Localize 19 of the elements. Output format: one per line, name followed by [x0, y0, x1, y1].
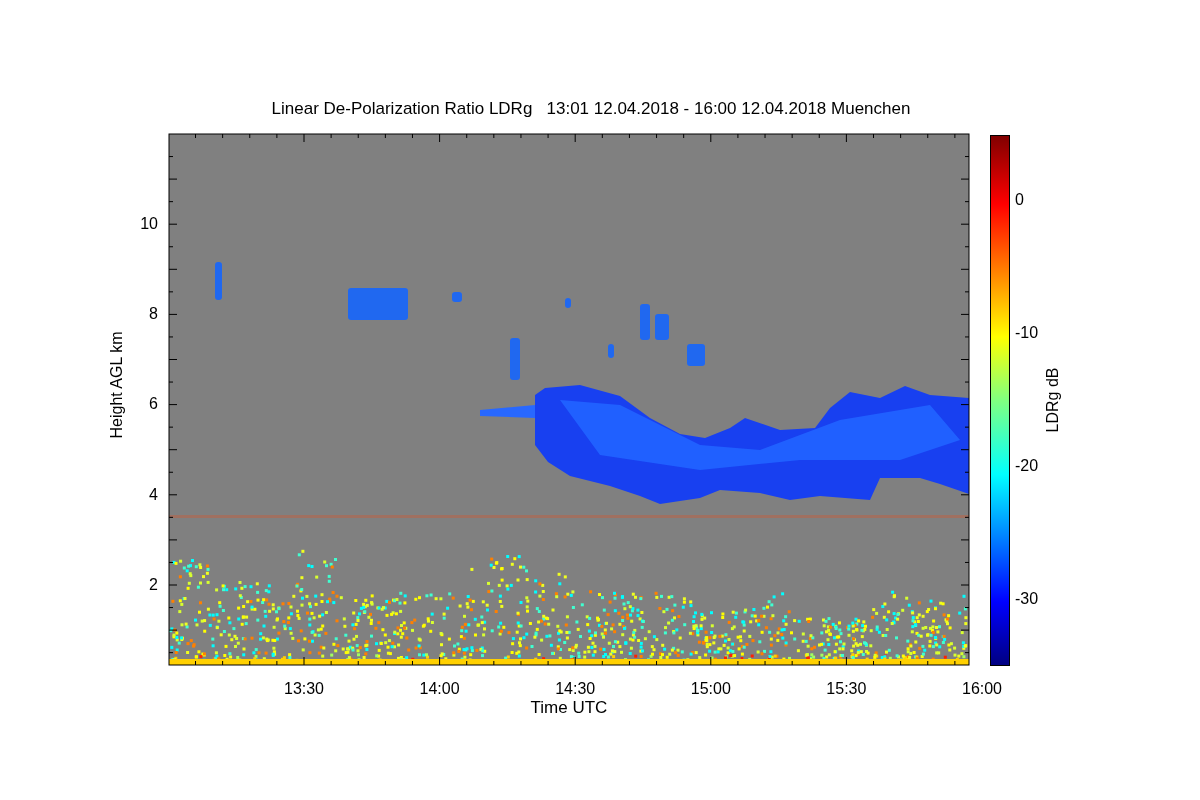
x-tick-label: 14:30 [555, 681, 596, 697]
y-tick-label: 8 [149, 306, 158, 323]
x-tick-label: 15:30 [826, 681, 867, 697]
x-axis-label: Time UTC [530, 699, 608, 716]
y-tick-label: 6 [149, 396, 158, 413]
y-tick-label: 2 [149, 576, 158, 593]
x-tick-label: 16:00 [962, 681, 1002, 697]
colorbar-tick-label: -20 [1015, 458, 1039, 474]
x-tick-label: 15:00 [690, 681, 731, 697]
y-tick-label: 10 [140, 216, 158, 232]
chart-title: Linear De-Polarization Ratio LDRg 13:01 12.04.2018 - 16:00 12.04.2018 Muenchen [271, 100, 911, 117]
colorbar-label: LDRg dB [1045, 367, 1061, 433]
x-tick-label: 13:30 [284, 681, 324, 697]
y-tick-label: 4 [149, 486, 158, 503]
colorbar-tick-label: -30 [1015, 591, 1039, 607]
colorbar-tick-label: 0 [1015, 192, 1024, 208]
x-tick-label: 14:00 [419, 681, 460, 697]
y-axis-label: Height AGL km [109, 331, 125, 439]
colorbar-tick-label: -10 [1015, 325, 1039, 341]
